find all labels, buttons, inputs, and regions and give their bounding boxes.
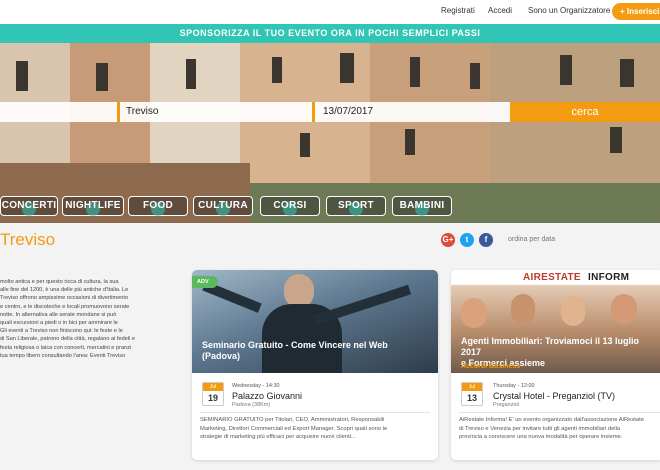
category-concerti[interactable]: CONCERTI — [0, 196, 58, 216]
event-day: 19 — [207, 393, 218, 403]
person-head-shape — [511, 294, 535, 324]
person-arm-shape — [312, 284, 412, 326]
person-head-shape — [284, 274, 314, 308]
description-line: alle fine del 1200, è una delle più anti… — [0, 287, 129, 294]
event-time: Thursday - 12:00 — [493, 383, 535, 389]
description-line: molto antica e per questo ricca di cultu… — [0, 279, 119, 285]
description-line: e centro, e le discoteche e locali promu… — [0, 303, 130, 310]
category-bambini[interactable]: BAMBINI — [392, 196, 452, 216]
event-month: Jul — [203, 383, 223, 391]
description-line: notte. In alternativa alle serate mondan… — [0, 311, 117, 318]
event-description: SEMINARIO GRATUITO per Titolari, CEO, Am… — [200, 416, 432, 442]
event-brand-right: INFORM — [588, 272, 630, 283]
event-title-line: (Padova) — [202, 351, 241, 361]
event-description: AiRestate Informa! E' un evento organizz… — [459, 416, 660, 442]
category-sport[interactable]: SPORT — [326, 196, 386, 216]
search-button[interactable]: cerca — [510, 102, 660, 122]
event-title-line: Seminario Gratuito - Come Vincere nel We… — [202, 340, 388, 350]
category-corsi[interactable]: CORSI — [260, 196, 320, 216]
top-navigation: Registrati Accedi Sono un Organizzatore … — [0, 0, 660, 24]
search-keyword-input[interactable] — [0, 102, 117, 122]
description-line: Gli eventi a Treviso non finiscono qui: … — [0, 328, 123, 335]
person-head-shape — [611, 294, 637, 324]
facebook-icon[interactable]: f — [479, 233, 493, 247]
adv-badge: ADV — [192, 276, 218, 288]
window-shape — [272, 57, 282, 83]
twitter-icon[interactable]: t — [460, 233, 474, 247]
event-brand-left: AIRESTATE — [523, 272, 581, 283]
description-line: quali escursioni a piedi o in bici per a… — [0, 320, 118, 327]
event-venue[interactable]: Crystal Hotel - Preganziol (TV) — [493, 391, 615, 401]
sort-by-date-link[interactable]: ordina per data — [508, 236, 555, 243]
description-line: di San Liberale, patrono della città, re… — [0, 336, 135, 343]
event-title: Seminario Gratuito - Come Vincere nel We… — [202, 340, 388, 362]
window-shape — [410, 57, 420, 87]
event-photo: AIRESTATE INFORM Agenti Immobiliari: Tro… — [451, 270, 660, 373]
event-venue[interactable]: Palazzo Giovanni — [232, 391, 302, 401]
insert-event-button[interactable]: + Inserisci evento — [612, 3, 660, 20]
description-line: tua tempo libero consultando l'area: Eve… — [0, 352, 126, 359]
window-shape — [340, 53, 354, 83]
event-card[interactable]: AIRESTATE INFORM Agenti Immobiliari: Tro… — [451, 270, 660, 460]
event-description-line: AiRestate Informa! E' un evento organizz… — [459, 417, 644, 423]
person-head-shape — [461, 298, 487, 328]
event-photo: ADV Seminario Gratuito - Come Vincere ne… — [192, 270, 438, 373]
page-title: Treviso — [0, 230, 56, 249]
category-nightlife[interactable]: NIGHTLIFE — [62, 196, 124, 216]
sponsor-banner[interactable]: SPONSORIZZA IL TUO EVENTO ORA IN POCHI S… — [0, 24, 660, 43]
date-input[interactable]: 13/07/2017 — [315, 102, 510, 122]
event-description-line: SEMINARIO GRATUITO per Titolari, CEO, Am… — [200, 417, 385, 423]
window-shape — [16, 61, 28, 91]
window-shape — [186, 59, 196, 89]
event-town: Preganziol — [493, 402, 519, 408]
category-cultura[interactable]: CULTURA — [193, 196, 253, 216]
event-description-line: strategie di marketing più efficaci per … — [200, 434, 356, 440]
window-shape — [620, 59, 634, 87]
description-line: festa religiosa o laica con concerti, me… — [0, 344, 132, 351]
insert-event-label: Inserisci evento — [626, 7, 660, 16]
window-shape — [560, 55, 572, 85]
event-title-line: Agenti Immobiliari: Troviamoci il 13 lug… — [461, 336, 640, 357]
event-description-line: di Treviso e Venezia per invitare tutti … — [459, 425, 621, 432]
category-food[interactable]: FOOD — [128, 196, 188, 216]
event-card[interactable]: ADV Seminario Gratuito - Come Vincere ne… — [192, 270, 438, 460]
description-line: Treviso offrono ampissime occasioni di d… — [0, 295, 129, 302]
event-town: Padova (38Km) — [232, 402, 271, 408]
event-category: Accordi Business — [461, 363, 521, 370]
person-head-shape — [561, 296, 585, 326]
event-description-line: provincia a conoscere una nuova modalità… — [459, 434, 623, 440]
window-shape — [405, 129, 415, 155]
city-input[interactable]: Treviso — [120, 102, 312, 122]
window-shape — [470, 63, 480, 89]
event-month: Jul — [462, 383, 482, 391]
event-date: Jul 13 — [461, 382, 483, 406]
window-shape — [610, 127, 622, 153]
card-divider — [459, 412, 660, 413]
organizer-link[interactable]: Sono un Organizzatore — [528, 6, 610, 15]
event-time: Wednesday - 14:30 — [232, 383, 280, 389]
plus-icon: + — [620, 7, 627, 16]
register-link[interactable]: Registrati — [441, 6, 475, 15]
login-link[interactable]: Accedi — [488, 6, 512, 15]
event-description-line: Marketing, Direttori Commerciali ed Expo… — [200, 425, 388, 432]
google-plus-icon[interactable]: G+ — [441, 233, 455, 247]
window-shape — [300, 133, 310, 157]
card-divider — [200, 412, 430, 413]
city-description: molto antica e per questo ricca di cultu… — [0, 278, 162, 360]
event-date: Jul 19 — [202, 382, 224, 406]
window-shape — [96, 63, 108, 91]
event-day: 13 — [466, 393, 477, 403]
